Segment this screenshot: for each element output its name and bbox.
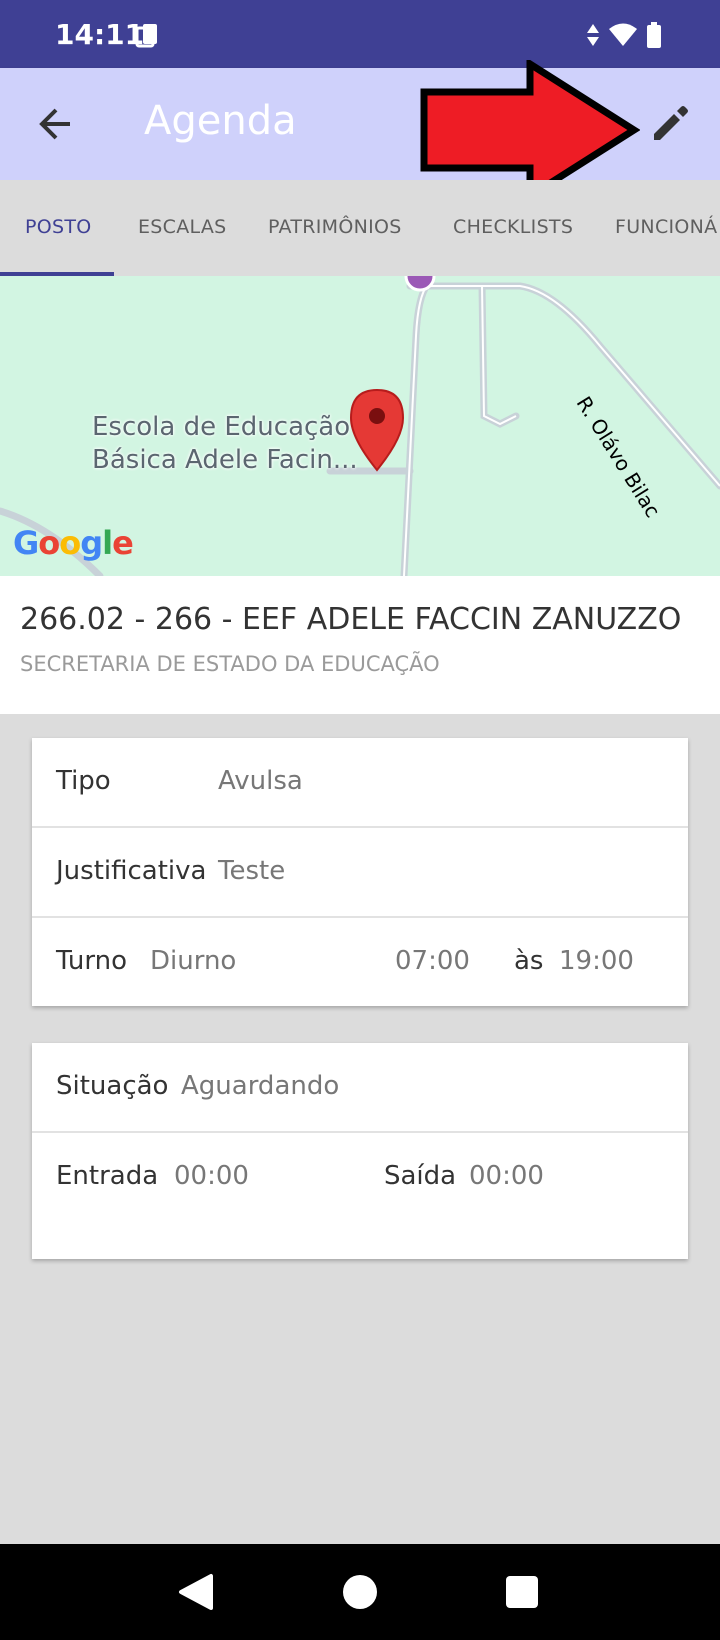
tab-patrimonios[interactable]: PATRIMÔNIOS [268, 216, 402, 238]
back-arrow-icon [39, 108, 70, 140]
as-label: às [514, 946, 544, 976]
map-place-label: Escola de Educação Básica Adele Facin... [92, 412, 358, 475]
entrada-saida-row: Entrada 00:00 Saída 00:00 [32, 1133, 688, 1221]
notification-icon [133, 22, 161, 54]
situacao-value: Aguardando [181, 1071, 340, 1101]
battery-icon [647, 22, 661, 48]
status-icons [586, 22, 662, 48]
tab-funcionarios[interactable]: FUNCIONÁ [615, 216, 717, 238]
turno-row: Turno Diurno 07:00 às 19:00 [32, 918, 688, 1006]
page-title: Agenda [144, 98, 297, 144]
turno-label: Turno [56, 946, 128, 976]
saida-value: 00:00 [469, 1161, 544, 1191]
map-pin-icon[interactable] [349, 388, 405, 472]
data-arrows-icon [587, 24, 599, 46]
system-nav-bar [0, 1544, 720, 1640]
tipo-label: Tipo [56, 766, 111, 796]
post-subtitle: SECRETARIA DE ESTADO DA EDUCAÇÃO [20, 652, 440, 676]
status-card: Situação Aguardando Entrada 00:00 Saída … [32, 1043, 688, 1259]
nav-home-icon[interactable] [340, 1572, 380, 1612]
start-time: 07:00 [395, 946, 470, 976]
tab-posto[interactable]: POSTO [25, 216, 92, 238]
saida-label: Saída [384, 1161, 457, 1191]
nav-recents-icon[interactable] [504, 1574, 540, 1610]
entrada-label: Entrada [56, 1161, 159, 1191]
situacao-row: Situação Aguardando [32, 1043, 688, 1133]
situacao-label: Situação [56, 1071, 169, 1101]
end-time: 19:00 [559, 946, 634, 976]
edit-button[interactable] [648, 102, 692, 146]
annotation-arrow [420, 60, 640, 200]
pencil-icon [654, 106, 688, 140]
tipo-row: Tipo Avulsa [32, 738, 688, 828]
tab-escalas[interactable]: ESCALAS [138, 216, 227, 238]
post-header: 266.02 - 266 - EEF ADELE FACCIN ZANUZZO … [0, 576, 720, 714]
justificativa-label: Justificativa [56, 856, 207, 886]
google-logo: Google [13, 524, 134, 562]
tipo-value: Avulsa [218, 766, 303, 796]
tab-checklists[interactable]: CHECKLISTS [453, 216, 573, 238]
turno-value: Diurno [150, 946, 237, 976]
status-time: 14:11 [55, 18, 145, 51]
wifi-icon [609, 23, 637, 46]
back-button[interactable] [36, 104, 76, 144]
post-title: 266.02 - 266 - EEF ADELE FACCIN ZANUZZO [20, 602, 682, 637]
nav-back-icon[interactable] [175, 1572, 215, 1612]
details-card: Tipo Avulsa Justificativa Teste Turno Di… [32, 738, 688, 1006]
tab-bar: POSTO ESCALAS PATRIMÔNIOS CHECKLISTS FUN… [0, 180, 720, 276]
entrada-value: 00:00 [174, 1161, 249, 1191]
justificativa-value: Teste [218, 856, 286, 886]
justificativa-row: Justificativa Teste [32, 828, 688, 918]
status-bar: 14:11 [0, 0, 720, 68]
